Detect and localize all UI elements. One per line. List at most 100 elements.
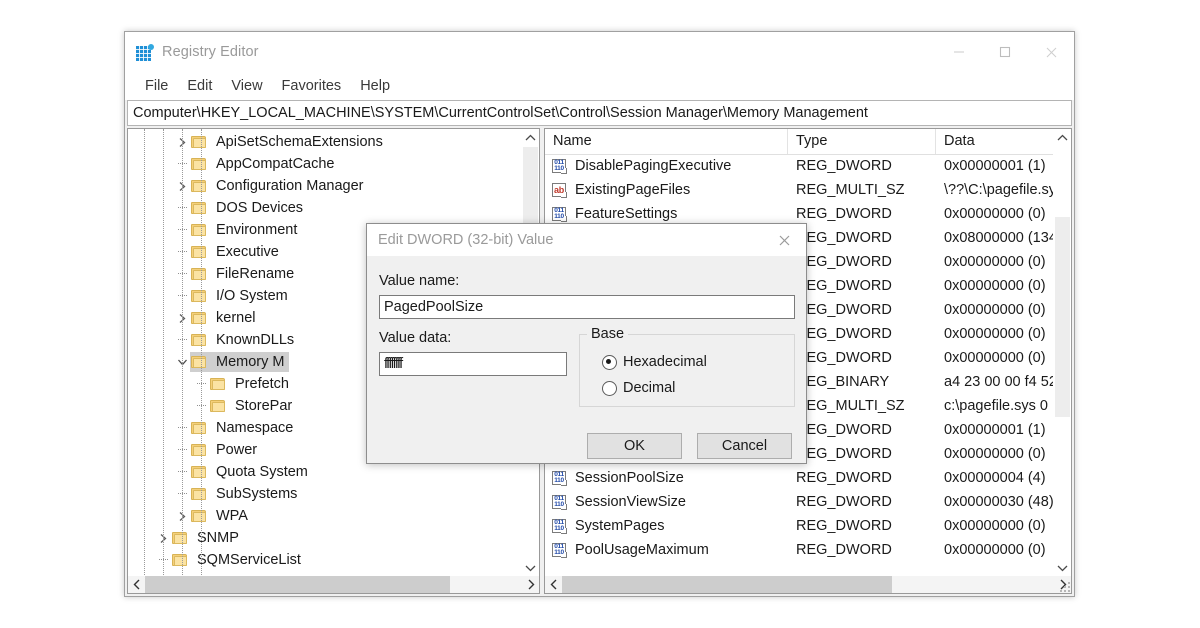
radio-hexadecimal[interactable]: Hexadecimal: [602, 354, 707, 370]
maximize-icon[interactable]: [982, 32, 1028, 72]
cancel-button[interactable]: Cancel: [697, 433, 792, 459]
tree-item-label: Namespace: [213, 418, 296, 438]
scroll-right-icon[interactable]: [522, 576, 539, 593]
tree-item[interactable]: SQMServiceList: [128, 549, 522, 571]
value-name-input[interactable]: PagedPoolSize: [379, 295, 795, 319]
table-row[interactable]: 011110SessionViewSizeREG_DWORD0x00000030…: [545, 490, 1054, 514]
tree-guide-line: [144, 129, 145, 576]
tree-item-content: SQMServiceList: [171, 550, 306, 570]
folder-icon: [190, 487, 207, 501]
table-row[interactable]: 011110SystemPagesREG_DWORD0x00000000 (0): [545, 514, 1054, 538]
menu-item-file[interactable]: File: [136, 76, 178, 97]
minimize-icon[interactable]: [936, 32, 982, 72]
tree-item-label: FileRename: [213, 264, 297, 284]
tree-item[interactable]: DOS Devices: [128, 197, 522, 219]
folder-icon: [209, 399, 226, 413]
menu-item-edit[interactable]: Edit: [178, 76, 222, 97]
folder-icon: [190, 421, 207, 435]
scroll-down-icon[interactable]: [522, 559, 539, 576]
tree-item[interactable]: ApiSetSchemaExtensions: [128, 131, 522, 153]
tree-item[interactable]: Quota System: [128, 461, 522, 483]
table-row[interactable]: 011110PoolUsageMaximumREG_DWORD0x0000000…: [545, 538, 1054, 562]
scroll-down-icon[interactable]: [1054, 559, 1071, 576]
table-row[interactable]: 011110DisablePagingExecutiveREG_DWORD0x0…: [545, 154, 1054, 178]
tree-item-label: WPA: [213, 506, 251, 526]
cell-value-data: 0x00000000 (0): [936, 206, 1054, 222]
tree-item-label: Executive: [213, 242, 282, 262]
dword-value-icon: 011110: [552, 159, 568, 174]
list-hscroll-track[interactable]: [562, 576, 1054, 593]
ok-button[interactable]: OK: [587, 433, 682, 459]
folder-icon: [190, 179, 207, 193]
cell-value-data: a4 23 00 00 f4 52: [936, 374, 1054, 390]
tree-item-label: kernel: [213, 308, 259, 328]
value-name-text: FeatureSettings: [575, 206, 677, 222]
window-title: Registry Editor: [162, 44, 259, 60]
cell-value-type: REG_MULTI_SZ: [788, 182, 936, 198]
column-header-name[interactable]: Name: [545, 129, 788, 154]
cell-value-type: REG_MULTI_SZ: [788, 398, 936, 414]
tree-item-label: Environment: [213, 220, 300, 240]
cell-value-type: REG_DWORD: [788, 350, 936, 366]
scroll-up-icon[interactable]: [1054, 129, 1071, 146]
cell-value-type: REG_DWORD: [788, 446, 936, 462]
tree-item-content: AppCompatCache: [190, 154, 340, 174]
cell-value-name: 011110SystemPages: [545, 518, 788, 534]
folder-icon: [190, 311, 207, 325]
folder-icon: [190, 355, 207, 369]
tree-horizontal-scrollbar[interactable]: [128, 576, 539, 593]
tree-item-content: Prefetch: [209, 374, 294, 394]
list-hscroll-thumb[interactable]: [562, 576, 892, 593]
tree-hscroll-thumb[interactable]: [145, 576, 450, 593]
tree-item-label: SQMServiceList: [194, 550, 304, 570]
list-scroll-thumb[interactable]: [1055, 217, 1070, 417]
dword-value-icon: 011110: [552, 543, 568, 558]
list-horizontal-scrollbar[interactable]: [545, 576, 1071, 593]
tree-item[interactable]: AppCompatCache: [128, 153, 522, 175]
resize-grip-icon[interactable]: [1056, 578, 1070, 592]
value-data-input[interactable]: ffffffff: [379, 352, 567, 376]
list-vertical-scrollbar[interactable]: [1053, 129, 1071, 576]
close-icon[interactable]: [1028, 32, 1074, 72]
cell-value-data: 0x00000000 (0): [936, 518, 1054, 534]
tree-item-label: Configuration Manager: [213, 176, 367, 196]
cell-value-data: c:\pagefile.sys 0: [936, 398, 1054, 414]
radio-decimal[interactable]: Decimal: [602, 380, 675, 396]
folder-icon: [190, 443, 207, 457]
value-data-label: Value data:: [379, 330, 451, 346]
tree-hscroll-track[interactable]: [145, 576, 522, 593]
tree-item-content: I/O System: [190, 286, 293, 306]
menu-item-favorites[interactable]: Favorites: [273, 76, 352, 97]
tree-item-content: FileRename: [190, 264, 299, 284]
close-icon[interactable]: [762, 224, 806, 256]
scroll-left-icon[interactable]: [545, 576, 562, 593]
cell-value-data: 0x00000000 (0): [936, 278, 1054, 294]
cell-value-data: 0x00000000 (0): [936, 302, 1054, 318]
value-name-text: ExistingPageFiles: [575, 182, 690, 198]
table-row[interactable]: 011110SessionPoolSizeREG_DWORD0x00000004…: [545, 466, 1054, 490]
cell-value-data: 0x00000030 (48): [936, 494, 1054, 510]
base-group: Base Hexadecimal Decimal: [579, 334, 795, 407]
table-row[interactable]: abExistingPageFilesREG_MULTI_SZ\??\C:\pa…: [545, 178, 1054, 202]
menu-item-help[interactable]: Help: [351, 76, 400, 97]
value-name-text: SystemPages: [575, 518, 664, 534]
column-header-data[interactable]: Data: [936, 129, 1071, 154]
radio-hexadecimal-indicator: [602, 355, 617, 370]
tree-item[interactable]: SubSystems: [128, 483, 522, 505]
address-bar[interactable]: Computer\HKEY_LOCAL_MACHINE\SYSTEM\Curre…: [127, 100, 1072, 126]
value-name-text: DisablePagingExecutive: [575, 158, 731, 174]
tree-item[interactable]: SNMP: [128, 527, 522, 549]
scroll-left-icon[interactable]: [128, 576, 145, 593]
folder-icon: [190, 201, 207, 215]
screen: Registry Editor File Edit View Favorites…: [0, 0, 1200, 628]
registry-icon: [136, 44, 153, 61]
folder-icon: [190, 223, 207, 237]
dialog-body: Value name: PagedPoolSize Value data: ff…: [367, 256, 806, 463]
cell-value-type: REG_BINARY: [788, 374, 936, 390]
tree-item[interactable]: Configuration Manager: [128, 175, 522, 197]
menu-item-view[interactable]: View: [222, 76, 272, 97]
scroll-up-icon[interactable]: [522, 129, 539, 146]
column-header-type[interactable]: Type: [788, 129, 936, 154]
tree-item[interactable]: WPA: [128, 505, 522, 527]
cell-value-name: 011110FeatureSettings: [545, 206, 788, 222]
